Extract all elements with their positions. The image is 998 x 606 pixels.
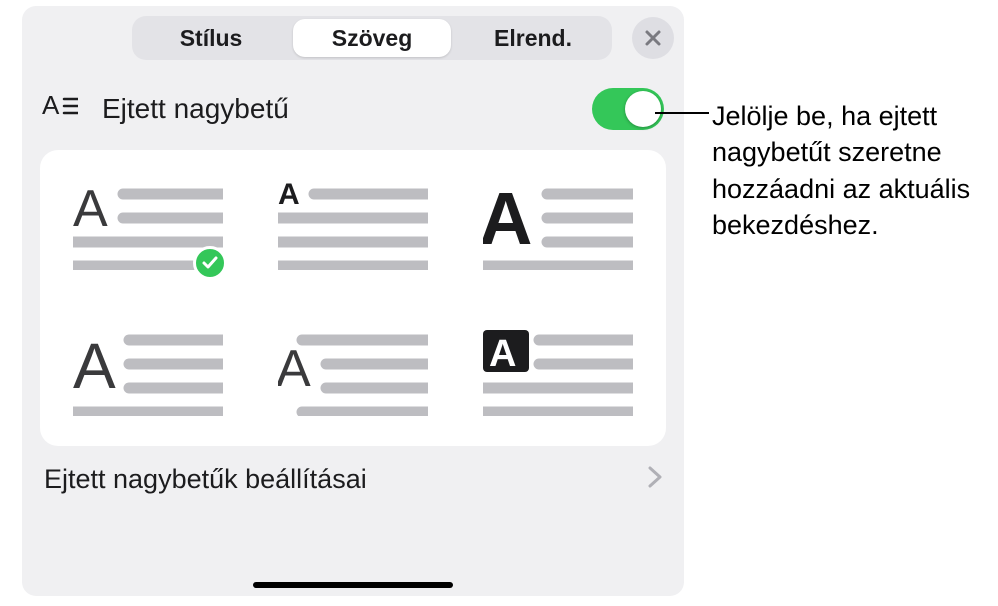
svg-text:A: A: [489, 333, 516, 375]
dropcap-style-1[interactable]: A: [73, 180, 223, 270]
chevron-right-icon: [648, 466, 662, 493]
dropcap-style-6[interactable]: A: [483, 326, 633, 416]
tab-text[interactable]: Szöveg: [293, 19, 451, 57]
format-panel: Stílus Szöveg Elrend. A Ejtett nagybetű: [22, 6, 684, 596]
toggle-knob: [625, 91, 661, 127]
dropcap-style-3[interactable]: A: [483, 180, 633, 270]
close-icon: [644, 29, 662, 47]
dropcap-style-4[interactable]: A: [73, 326, 223, 416]
selected-check: [193, 246, 227, 280]
dropcap-toggle[interactable]: [592, 88, 664, 130]
callout-text: Jelölje be, ha ejtett nagybetűt szeretne…: [712, 98, 992, 244]
callout-leader-line: [655, 112, 709, 114]
tab-style[interactable]: Stílus: [132, 16, 290, 60]
svg-text:A: A: [42, 92, 60, 120]
dropcap-styles-card: A A: [40, 150, 666, 446]
dropcap-row: A Ejtett nagybetű: [22, 70, 684, 140]
svg-text:A: A: [278, 340, 311, 398]
tab-bar: Stílus Szöveg Elrend.: [22, 6, 684, 70]
tab-layout[interactable]: Elrend.: [454, 16, 612, 60]
svg-text:A: A: [278, 180, 300, 211]
dropcap-style-2[interactable]: A: [278, 180, 428, 270]
svg-text:A: A: [73, 330, 116, 402]
dropcap-styles-grid: A A: [50, 180, 656, 416]
close-button[interactable]: [632, 17, 674, 59]
dropcap-title: Ejtett nagybetű: [102, 93, 592, 125]
dropcap-icon: A: [42, 92, 78, 127]
home-indicator: [253, 582, 453, 588]
dropcap-settings-label: Ejtett nagybetűk beállításai: [44, 464, 648, 495]
svg-text:A: A: [483, 180, 532, 260]
dropcap-settings-row[interactable]: Ejtett nagybetűk beállításai: [44, 464, 662, 495]
svg-text:A: A: [73, 180, 108, 238]
check-icon: [201, 254, 219, 272]
segmented-control: Stílus Szöveg Elrend.: [132, 16, 612, 60]
dropcap-style-5[interactable]: A: [278, 326, 428, 416]
